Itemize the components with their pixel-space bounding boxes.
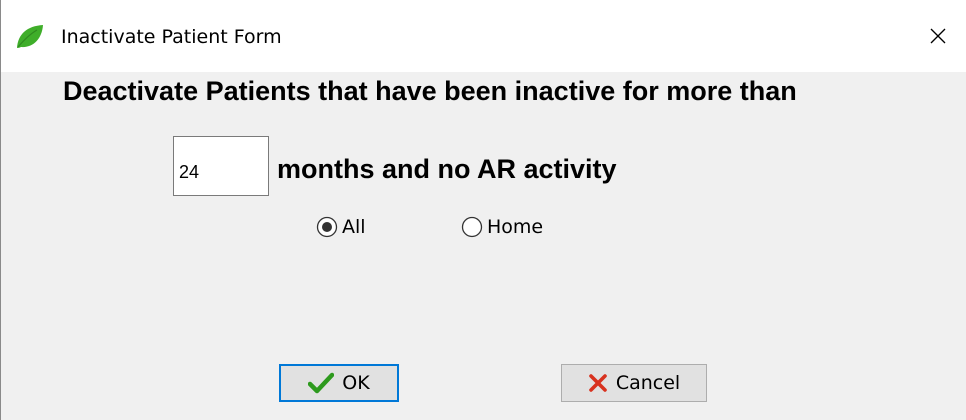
cancel-button-label: Cancel: [615, 372, 681, 394]
close-icon: [930, 28, 946, 44]
window-title: Inactivate Patient Form: [61, 26, 282, 48]
close-button[interactable]: [907, 0, 966, 72]
radio-unchecked-icon: [461, 216, 483, 238]
radio-home-label: Home: [487, 216, 544, 238]
radio-all[interactable]: All: [316, 214, 366, 240]
leaf-icon: [15, 24, 45, 50]
ok-button-label: OK: [342, 372, 370, 394]
checkmark-icon: [308, 372, 335, 394]
radio-checked-icon: [316, 216, 338, 238]
months-input[interactable]: [173, 136, 269, 196]
title-bar[interactable]: Inactivate Patient Form: [1, 0, 966, 72]
form-heading: Deactivate Patients that have been inact…: [63, 76, 797, 106]
ok-button[interactable]: OK: [279, 364, 399, 402]
inactivate-patient-dialog: Inactivate Patient Form Deactivate Patie…: [0, 0, 966, 420]
x-icon: [589, 374, 607, 392]
months-suffix-label: months and no AR activity: [277, 154, 617, 184]
radio-home[interactable]: Home: [461, 214, 543, 240]
cancel-button[interactable]: Cancel: [561, 364, 707, 402]
radio-all-label: All: [342, 216, 366, 238]
